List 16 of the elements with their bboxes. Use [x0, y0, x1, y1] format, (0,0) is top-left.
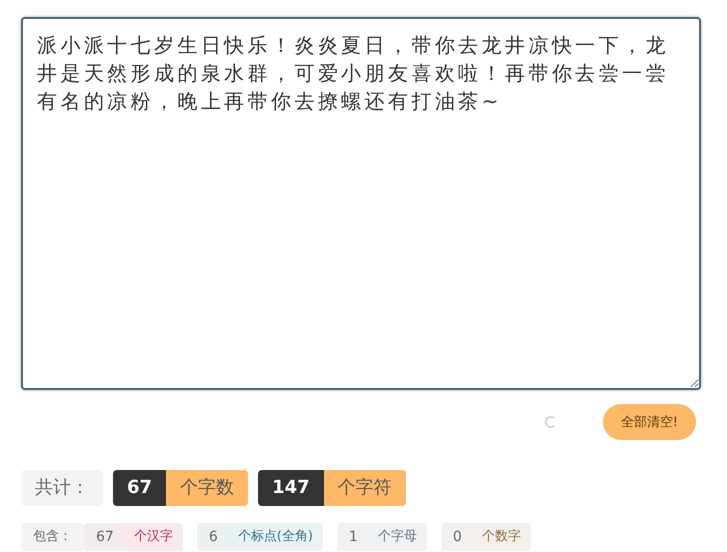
total-count: 67 [113, 470, 166, 506]
details-label: 包含： [21, 523, 84, 551]
detail-count: 1 [336, 523, 368, 551]
clear-all-button[interactable]: 全部清空! [602, 404, 696, 440]
detail-count: 67 [84, 523, 124, 551]
detail-unit: 个汉字 [124, 523, 183, 551]
detail-count: 6 [196, 523, 228, 551]
detail-unit: 个字母 [368, 523, 427, 551]
total-count: 147 [258, 470, 324, 506]
totals-label: 共计： [21, 470, 103, 506]
detail-unit: 个标点(全角) [228, 523, 323, 551]
detail-unit: 个数字 [472, 523, 531, 551]
detail-count: 0 [440, 523, 472, 551]
total-unit: 个字符 [324, 470, 406, 506]
text-field[interactable]: 派小派十七岁生日快乐！炎炎夏日，带你去龙井凉快一下，龙井是天然形成的泉水群，可爱小朋友喜欢啦！再带你去尝一尝有名的凉粉，晚上再带你去撩螺还有打油茶~ [21, 17, 701, 390]
total-unit: 个字数 [166, 470, 248, 506]
